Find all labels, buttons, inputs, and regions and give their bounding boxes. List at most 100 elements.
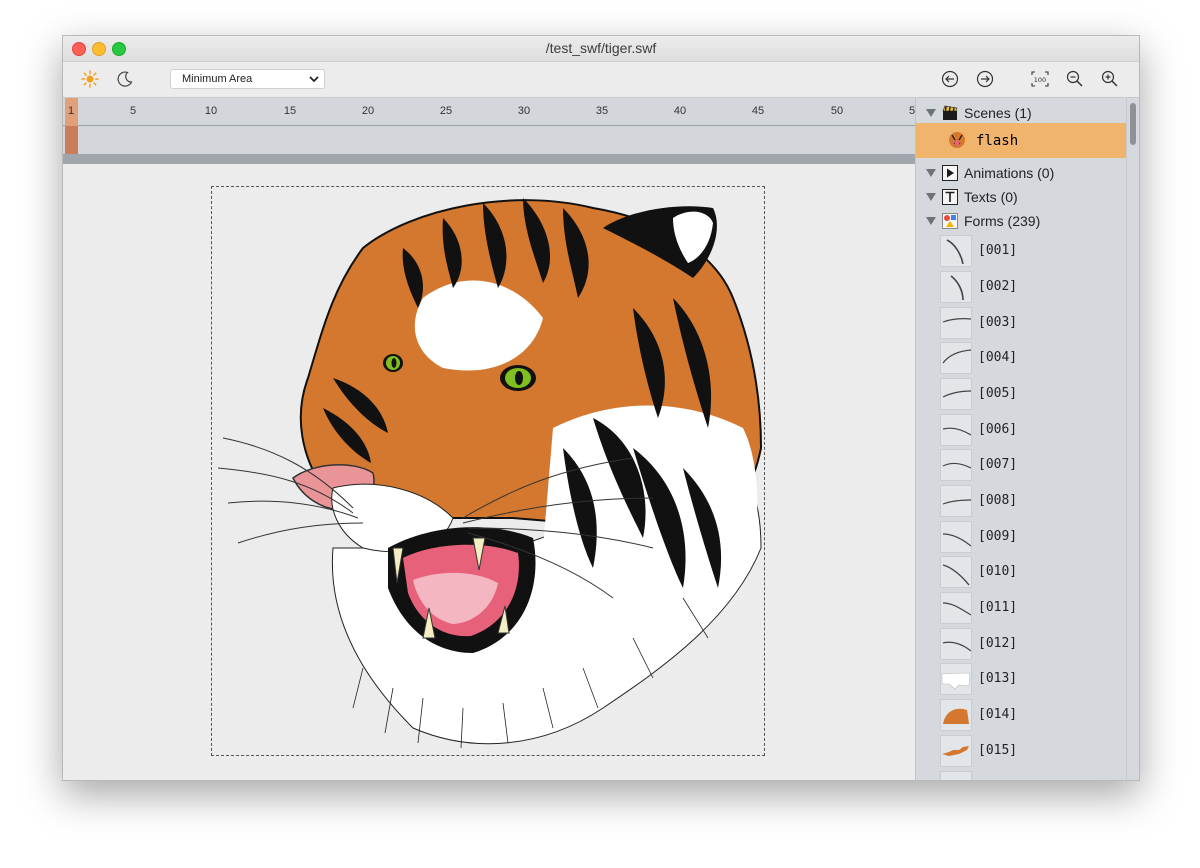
tree-group-texts-label: Texts (0) — [964, 189, 1018, 205]
shape-thumbnail — [940, 342, 972, 374]
library-sidebar: Scenes (1) flash Animations (0) Texts (0… — [915, 98, 1139, 780]
arrow-left-circle-icon[interactable] — [939, 68, 961, 90]
shape-thumbnail — [940, 307, 972, 339]
shape-item-label: [002] — [978, 279, 1018, 294]
shape-item[interactable]: [010] — [916, 554, 1126, 590]
moon-icon[interactable] — [114, 68, 136, 90]
shape-thumbnail — [940, 521, 972, 553]
shape-item-label: [007] — [978, 457, 1018, 472]
zoom-in-icon[interactable] — [1099, 68, 1121, 90]
shape-item[interactable]: [006] — [916, 412, 1126, 448]
tree-group-forms-label: Forms (239) — [964, 213, 1041, 229]
shape-thumbnail — [940, 699, 972, 731]
ruler-tick: 15 — [283, 105, 297, 117]
clapperboard-icon — [942, 105, 958, 121]
disclosure-triangle-icon[interactable] — [926, 217, 936, 225]
timeline-divider[interactable] — [63, 154, 915, 164]
shape-thumbnail — [940, 735, 972, 767]
chevron-down-icon — [308, 73, 320, 88]
scene-item-selected[interactable]: flash — [916, 123, 1126, 158]
scrollbar-thumb[interactable] — [1130, 103, 1136, 145]
text-icon — [942, 189, 958, 205]
tree-group-animations-label: Animations (0) — [964, 165, 1055, 181]
ruler-tick: 40 — [673, 105, 687, 117]
disclosure-triangle-icon[interactable] — [926, 193, 936, 201]
shape-item[interactable]: [015] — [916, 733, 1126, 769]
shape-item-label: [001] — [978, 243, 1018, 258]
ruler-tick: 50 — [830, 105, 844, 117]
tiger-scene-thumbnail-icon — [948, 131, 966, 149]
shape-thumbnail — [940, 485, 972, 517]
title-bar: /test_swf/tiger.swf — [63, 36, 1139, 62]
fit-100-label: 100 — [1034, 76, 1046, 84]
sun-icon[interactable] — [79, 68, 101, 90]
ruler-tick: 5 — [129, 105, 137, 117]
shape-item-label: [009] — [978, 529, 1018, 544]
disclosure-triangle-icon[interactable] — [926, 109, 936, 117]
shape-thumbnail — [940, 414, 972, 446]
tree-group-animations[interactable]: Animations (0) — [916, 161, 1126, 185]
current-frame-marker[interactable]: 1 — [65, 98, 78, 154]
ruler-tick: 45 — [751, 105, 765, 117]
sidebar-scrollbar[interactable] — [1126, 98, 1139, 780]
fit-100-icon[interactable]: 100 — [1029, 68, 1051, 90]
shape-thumbnail — [940, 556, 972, 588]
shape-thumbnail — [940, 378, 972, 410]
shape-item[interactable]: [013] — [916, 661, 1126, 697]
shape-item-label: [012] — [978, 636, 1018, 651]
disclosure-triangle-icon[interactable] — [926, 169, 936, 177]
shape-item-label: [003] — [978, 315, 1018, 330]
shape-item-label: [011] — [978, 600, 1018, 615]
shape-thumbnail — [940, 235, 972, 267]
shape-item[interactable]: [012] — [916, 626, 1126, 662]
tree-group-forms[interactable]: Forms (239) — [916, 209, 1126, 233]
tiger-drawing — [217, 198, 763, 749]
shape-thumbnail — [940, 628, 972, 660]
shape-item[interactable]: [004] — [916, 340, 1126, 376]
view-mode-value: Minimum Area — [182, 73, 253, 85]
current-frame-cell[interactable] — [65, 126, 78, 154]
current-frame-label: 1 — [68, 105, 75, 117]
view-mode-select[interactable]: Minimum Area — [170, 69, 325, 89]
shape-item[interactable]: [014] — [916, 697, 1126, 733]
shape-item-label: [008] — [978, 493, 1018, 508]
ruler-tick: 30 — [517, 105, 531, 117]
shape-thumbnail — [940, 271, 972, 303]
zoom-out-icon[interactable] — [1064, 68, 1086, 90]
shape-thumbnail — [940, 663, 972, 695]
tree-group-scenes[interactable]: Scenes (1) — [916, 101, 1126, 125]
shape-item-label: [004] — [978, 350, 1018, 365]
ruler-tick: 20 — [361, 105, 375, 117]
shape-item-label: [010] — [978, 564, 1018, 579]
ruler-tick: 10 — [204, 105, 218, 117]
shape-item-partial[interactable] — [916, 769, 1126, 780]
shape-item[interactable]: [002] — [916, 269, 1126, 305]
scene-item-label: flash — [976, 133, 1019, 149]
frame-ruler[interactable]: 5 10 15 20 25 30 35 40 45 50 5 — [63, 98, 915, 126]
shape-thumbnail — [940, 449, 972, 481]
shape-item-label: [015] — [978, 743, 1018, 758]
shape-item[interactable]: [003] — [916, 305, 1126, 341]
shapes-icon — [942, 213, 958, 229]
stage-canvas[interactable] — [63, 164, 915, 780]
shape-thumbnail — [940, 592, 972, 624]
shape-item[interactable]: [005] — [916, 376, 1126, 412]
shape-item[interactable]: [008] — [916, 483, 1126, 519]
shape-item-label: [014] — [978, 707, 1018, 722]
tree-group-scenes-label: Scenes (1) — [964, 105, 1032, 121]
shape-item[interactable]: [011] — [916, 590, 1126, 626]
shape-thumbnail — [940, 771, 972, 780]
timeline[interactable]: 5 10 15 20 25 30 35 40 45 50 5 1 — [63, 98, 915, 154]
toolbar: Minimum Area 100 — [63, 62, 1139, 98]
arrow-right-circle-icon[interactable] — [974, 68, 996, 90]
play-icon — [942, 165, 958, 181]
shape-item[interactable]: [009] — [916, 519, 1126, 555]
shape-item-label: [013] — [978, 671, 1018, 686]
shape-item-label: [006] — [978, 422, 1018, 437]
shape-item-label: [005] — [978, 386, 1018, 401]
shape-item[interactable]: [007] — [916, 447, 1126, 483]
shape-item[interactable]: [001] — [916, 233, 1126, 269]
window-title: /test_swf/tiger.swf — [545, 40, 657, 56]
tree-group-texts[interactable]: Texts (0) — [916, 185, 1126, 209]
ruler-tick: 25 — [439, 105, 453, 117]
